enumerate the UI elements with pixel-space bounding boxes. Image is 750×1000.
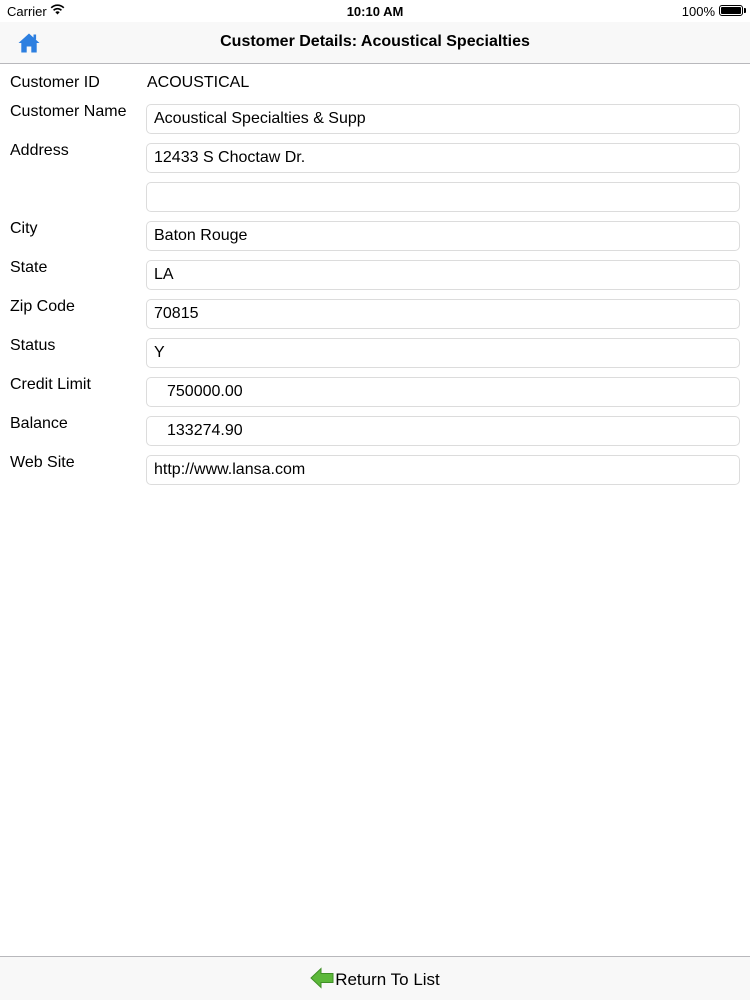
balance-label: Balance [10,415,68,432]
address-line2-row [0,181,750,212]
credit-limit-label: Credit Limit [10,376,91,393]
state-input[interactable] [146,260,740,290]
zip-code-label: Zip Code [10,298,75,315]
address-row: Address [0,142,750,173]
customer-name-row: Customer Name [0,103,750,134]
customer-id-value: ACOUSTICAL [147,74,250,91]
status-input[interactable] [146,338,740,368]
address-line2-input[interactable] [146,182,740,212]
bottom-toolbar: Return To List [0,956,750,1000]
credit-limit-input[interactable] [146,377,740,407]
city-row: City [0,220,750,251]
zip-code-row: Zip Code [0,298,750,329]
address-input[interactable] [146,143,740,173]
screen: Carrier 10:10 AM 100% Customer Details: … [0,0,750,1000]
state-row: State [0,259,750,290]
city-input[interactable] [146,221,740,251]
zip-code-input[interactable] [146,299,740,329]
web-site-row: Web Site [0,454,750,485]
page-title: Customer Details: Acoustical Specialties [220,33,530,50]
city-label: City [10,220,38,237]
web-site-label: Web Site [10,454,75,471]
status-label: Status [10,337,56,354]
state-label: State [10,259,48,276]
left-arrow-icon [310,967,334,989]
customer-name-input[interactable] [146,104,740,134]
status-row: Status [0,337,750,368]
battery-icon [719,5,743,16]
balance-row: Balance [0,415,750,446]
battery-percentage: 100% [681,4,715,19]
balance-input[interactable] [146,416,740,446]
customer-id-label: Customer ID [10,74,100,91]
customer-id-row: Customer ID ACOUSTICAL [0,74,750,105]
address-label: Address [10,142,69,159]
status-bar: Carrier 10:10 AM 100% [0,0,750,22]
return-to-list-button[interactable]: Return To List [0,967,750,990]
customer-name-label: Customer Name [10,103,127,120]
credit-limit-row: Credit Limit [0,376,750,407]
navigation-bar: Customer Details: Acoustical Specialties [0,22,750,64]
web-site-input[interactable] [146,455,740,485]
clock: 10:10 AM [346,4,404,19]
return-to-list-label: Return To List [335,970,440,989]
